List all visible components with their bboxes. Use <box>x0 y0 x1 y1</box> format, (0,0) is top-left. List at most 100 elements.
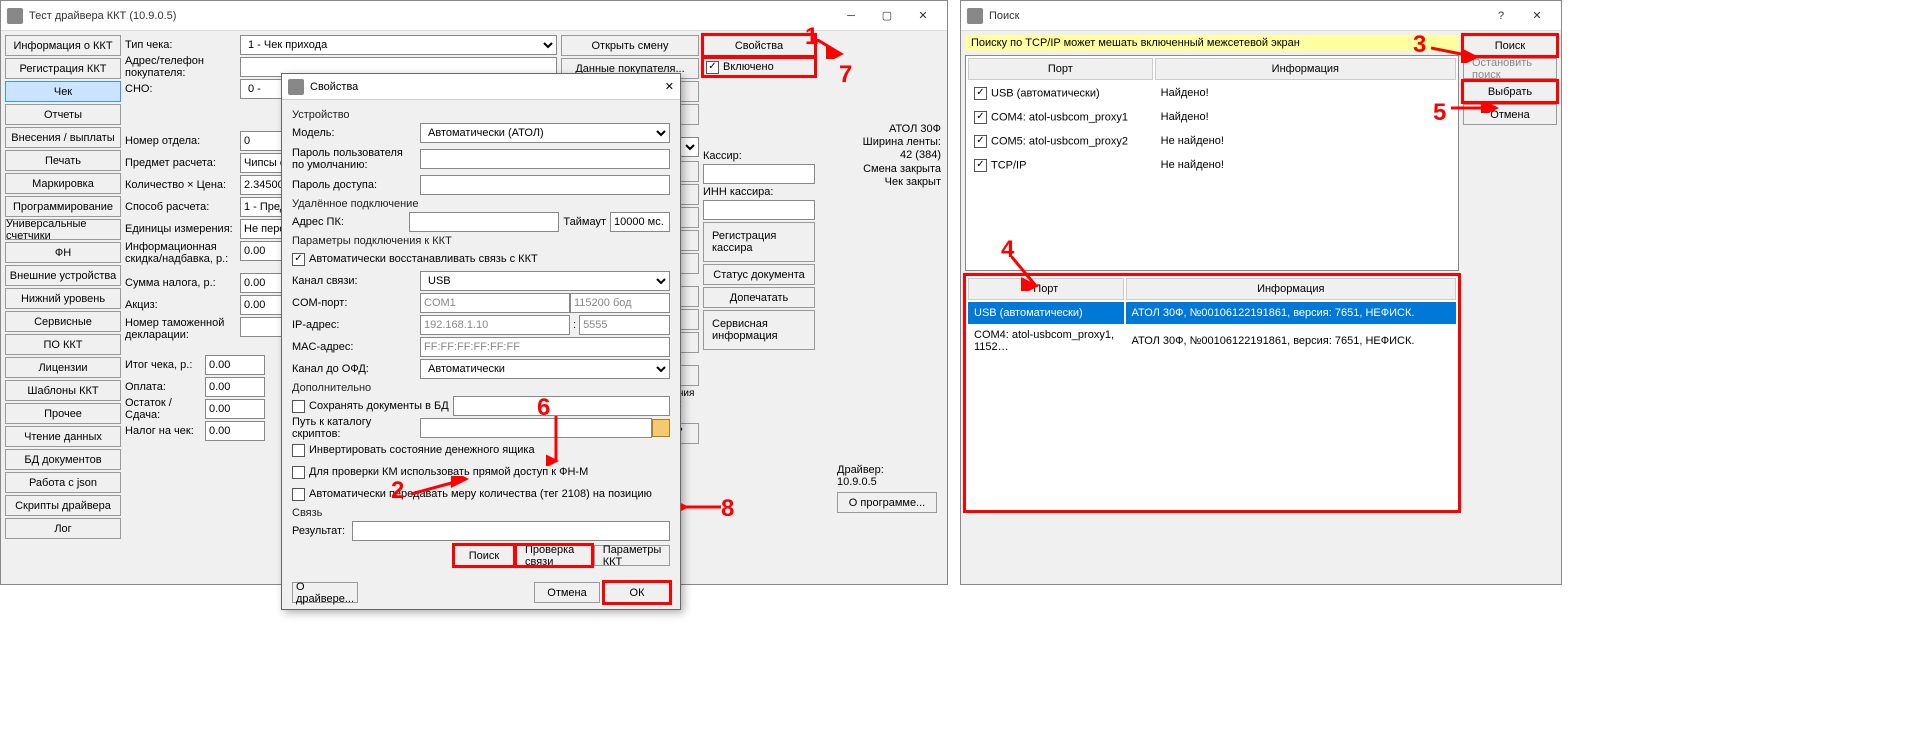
status-model: АТОЛ 30Ф <box>831 123 941 136</box>
minimize-button[interactable]: ─ <box>833 1 869 31</box>
open-shift-button[interactable]: Открыть смену <box>561 35 699 56</box>
remainder-input[interactable] <box>205 399 265 419</box>
search-titlebar: Поиск ? ✕ <box>961 1 1561 31</box>
port-checkbox[interactable] <box>974 111 987 124</box>
dialog-close-icon[interactable]: ✕ <box>665 80 674 93</box>
ip-input <box>420 315 570 335</box>
table-row[interactable]: COM5: atol-usbcom_proxy2Не найдено! <box>968 130 1456 152</box>
sidebar-item-readdata[interactable]: Чтение данных <box>5 426 121 447</box>
remote-group: Удалённое подключение <box>292 198 670 210</box>
total-label: Итог чека, р.: <box>125 359 205 371</box>
maximize-button[interactable]: ▢ <box>869 1 905 31</box>
kkt-params-button[interactable]: Параметры ККТ <box>594 545 670 566</box>
remainder-label: Остаток / Сдача: <box>125 397 205 421</box>
taxcheque-input[interactable] <box>205 421 265 441</box>
save-db-checkbox[interactable] <box>292 400 305 413</box>
cheque-type-select[interactable]: 1 - Чек прихода <box>240 35 557 55</box>
table-row[interactable]: USB (автоматически)Найдено! <box>968 82 1456 104</box>
save-db-path[interactable] <box>453 396 670 416</box>
qty-label: Количество × Цена: <box>125 179 240 191</box>
cancel-button[interactable]: Отмена <box>534 582 600 603</box>
auto-qty-checkbox[interactable] <box>292 488 305 501</box>
ofd-select[interactable]: Автоматически <box>420 359 670 379</box>
sidebar-item-service[interactable]: Сервисные <box>5 311 121 332</box>
search-select-button[interactable]: Выбрать <box>1463 81 1557 102</box>
model-label: Модель: <box>292 127 420 139</box>
payment-input[interactable] <box>205 377 265 397</box>
pcaddr-input[interactable] <box>409 212 559 232</box>
table-row[interactable]: COM4: atol-usbcom_proxy1, 1152…АТОЛ 30Ф,… <box>968 326 1456 356</box>
about-driver-button[interactable]: О драйвере... <box>292 582 358 603</box>
sidebar-item-scripts[interactable]: Скрипты драйвера <box>5 495 121 516</box>
table-row[interactable]: COM4: atol-usbcom_proxy1Найдено! <box>968 106 1456 128</box>
dialog-title: Свойства <box>310 81 358 93</box>
sidebar-item-templates[interactable]: Шаблоны ККТ <box>5 380 121 401</box>
accesspass-label: Пароль доступа: <box>292 179 420 191</box>
sidebar-item-registration[interactable]: Регистрация ККТ <box>5 58 121 79</box>
taxcheque-label: Налог на чек: <box>125 425 205 437</box>
col-port-header: Порт <box>968 58 1153 80</box>
port-checkbox[interactable] <box>974 135 987 148</box>
check-conn-button[interactable]: Проверка связи <box>516 545 592 566</box>
enabled-checkbox-row[interactable]: Включено <box>703 58 815 76</box>
auto-qty-label: Автоматически передавать меру количества… <box>309 488 652 500</box>
service-info-button[interactable]: Сервисная информация <box>703 310 815 350</box>
sidebar-item-licenses[interactable]: Лицензии <box>5 357 121 378</box>
channel-select[interactable]: USB <box>420 271 670 291</box>
userpass-input[interactable] <box>420 149 670 169</box>
auto-restore-checkbox[interactable] <box>292 253 305 266</box>
com-label: COM-порт: <box>292 297 420 309</box>
sidebar-item-firmware[interactable]: ПО ККТ <box>5 334 121 355</box>
km-direct-checkbox[interactable] <box>292 466 305 479</box>
sidebar-item-fn[interactable]: ФН <box>5 242 121 263</box>
doc-status-button[interactable]: Статус документа <box>703 264 815 285</box>
sno-label: СНО: <box>125 83 240 95</box>
sidebar-item-univcounters[interactable]: Универсальные счетчики <box>5 219 121 240</box>
about-button[interactable]: О программе... <box>837 492 937 513</box>
app-icon <box>7 8 23 24</box>
table-row-selected[interactable]: USB (автоматически)АТОЛ 30Ф, №0010612219… <box>968 302 1456 324</box>
cashier-inn-input[interactable] <box>703 200 815 220</box>
sidebar-item-reports[interactable]: Отчеты <box>5 104 121 125</box>
sidebar-item-log[interactable]: Лог <box>5 518 121 539</box>
sidebar-item-docdb[interactable]: БД документов <box>5 449 121 470</box>
scriptpath-input[interactable] <box>420 418 652 438</box>
sidebar-item-programming[interactable]: Программирование <box>5 196 121 217</box>
total-input[interactable] <box>205 355 265 375</box>
search-top-table: Порт Информация USB (автоматически)Найде… <box>965 55 1459 271</box>
sidebar-item-json[interactable]: Работа с json <box>5 472 121 493</box>
sidebar-item-marking[interactable]: Маркировка <box>5 173 121 194</box>
ok-button[interactable]: ОК <box>604 582 670 603</box>
port-checkbox[interactable] <box>974 159 987 172</box>
table-row[interactable]: TCP/IPНе найдено! <box>968 154 1456 176</box>
cashier-input[interactable] <box>703 164 815 184</box>
result-input[interactable] <box>352 521 670 541</box>
dialog-icon <box>288 79 304 95</box>
sidebar-item-ext-devices[interactable]: Внешние устройства <box>5 265 121 286</box>
sidebar-item-other[interactable]: Прочее <box>5 403 121 424</box>
invert-drawer-checkbox[interactable] <box>292 444 305 457</box>
pcaddr-label: Адрес ПК: <box>292 216 409 228</box>
sidebar-item-cheque[interactable]: Чек <box>5 81 121 102</box>
folder-icon[interactable] <box>652 419 670 437</box>
sidebar-item-lowlevel[interactable]: Нижний уровень <box>5 288 121 309</box>
timeout-input[interactable] <box>610 212 670 232</box>
customs-label: Номер таможенной декларации: <box>125 317 240 341</box>
sidebar-item-deposits[interactable]: Внесения / выплаты <box>5 127 121 148</box>
close-button[interactable]: ✕ <box>905 1 941 31</box>
discount-label: Информационная скидка/надбавка, р.: <box>125 241 240 265</box>
reprint-button[interactable]: Допечатать <box>703 287 815 308</box>
sidebar-item-kktinfo[interactable]: Информация о ККТ <box>5 35 121 56</box>
sidebar-item-print[interactable]: Печать <box>5 150 121 171</box>
reg-cashier-button[interactable]: Регистрация кассира <box>703 222 815 262</box>
accesspass-input[interactable] <box>420 175 670 195</box>
port-checkbox[interactable] <box>974 87 987 100</box>
properties-button[interactable]: Свойства <box>703 35 815 56</box>
model-select[interactable]: Автоматически (АТОЛ) <box>420 123 670 143</box>
search-help-button[interactable]: ? <box>1483 1 1519 31</box>
search-button[interactable]: Поиск <box>454 545 514 566</box>
search-close-button[interactable]: ✕ <box>1519 1 1555 31</box>
scriptpath-label: Путь к каталогу скриптов: <box>292 416 420 440</box>
enabled-checkbox[interactable] <box>706 61 719 74</box>
annotation-3: 3 <box>1413 31 1426 59</box>
